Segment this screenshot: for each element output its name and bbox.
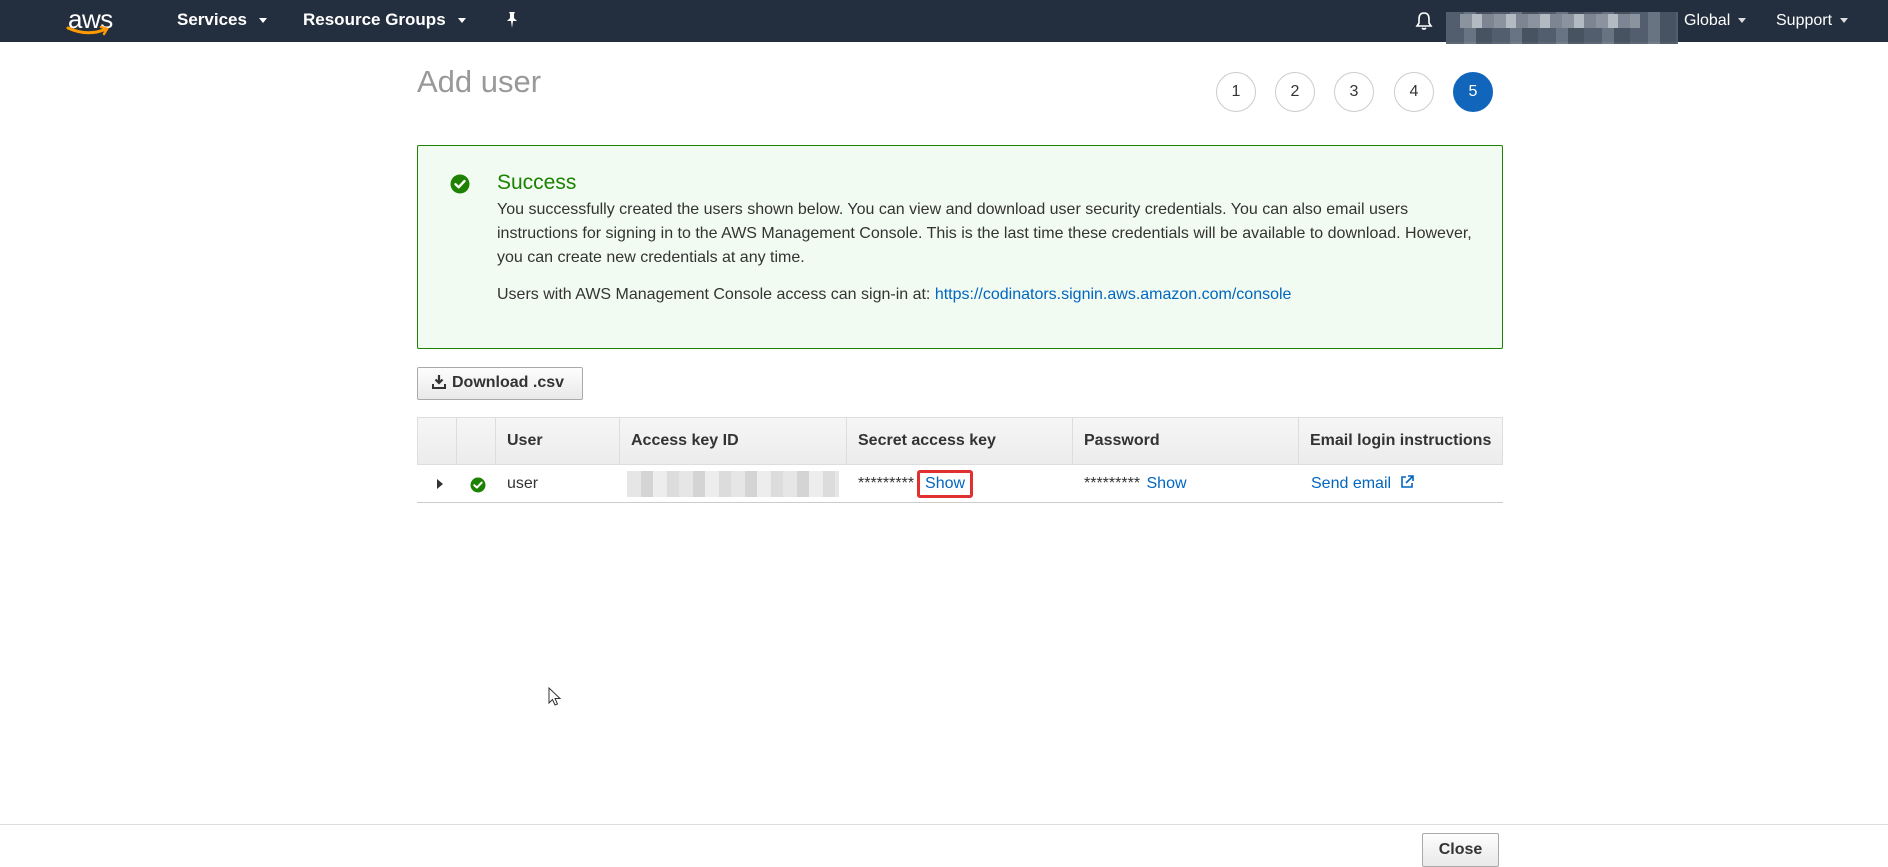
header-email-login-instructions[interactable]: Email login instructions xyxy=(1299,418,1502,464)
access-key-id-redacted xyxy=(627,471,839,497)
show-password-link[interactable]: Show xyxy=(1147,475,1187,492)
pin-icon[interactable] xyxy=(504,11,520,34)
send-email-cell: Send email xyxy=(1311,465,1415,503)
step-5-active[interactable]: 5 xyxy=(1453,72,1493,112)
mouse-pointer-icon xyxy=(548,687,562,706)
header-status-column xyxy=(457,418,496,464)
expand-row-icon[interactable] xyxy=(437,479,443,489)
step-4[interactable]: 4 xyxy=(1394,72,1434,112)
region-menu[interactable]: Global xyxy=(1684,12,1747,30)
header-user[interactable]: User xyxy=(496,418,620,464)
header-expand-column xyxy=(418,418,457,464)
page-title: Add user xyxy=(417,64,542,99)
chevron-down-icon xyxy=(1738,18,1747,24)
signin-info: Users with AWS Management Console access… xyxy=(497,286,1291,304)
account-name-redacted xyxy=(1460,14,1640,28)
chevron-down-icon xyxy=(457,18,466,24)
secret-masked-value: ********* xyxy=(858,475,915,492)
support-label: Support xyxy=(1776,12,1833,29)
step-3[interactable]: 3 xyxy=(1334,72,1374,112)
step-1[interactable]: 1 xyxy=(1216,72,1256,112)
chevron-down-icon xyxy=(258,18,267,24)
bell-icon[interactable] xyxy=(1414,11,1434,36)
alert-title: Success xyxy=(497,171,577,194)
support-menu[interactable]: Support xyxy=(1776,12,1849,30)
region-label: Global xyxy=(1684,12,1731,29)
password-cell: ********* Show xyxy=(1084,465,1187,503)
resource-groups-menu[interactable]: Resource Groups xyxy=(303,10,466,30)
services-label: Services xyxy=(177,10,247,29)
password-masked-value: ********* xyxy=(1084,475,1141,492)
chevron-down-icon xyxy=(1840,18,1849,24)
alert-message: You successfully created the users shown… xyxy=(497,201,1472,266)
download-icon xyxy=(432,375,446,389)
aws-logo[interactable]: aws xyxy=(62,4,122,38)
aws-smile-icon xyxy=(66,26,109,36)
send-email-link[interactable]: Send email xyxy=(1311,475,1391,492)
footer-divider xyxy=(0,824,1888,825)
success-alert: Success You successfully created the use… xyxy=(417,145,1503,349)
external-link-icon[interactable] xyxy=(1399,474,1415,490)
user-name: user xyxy=(507,475,539,492)
header-secret-access-key[interactable]: Secret access key xyxy=(847,418,1073,464)
services-menu[interactable]: Services xyxy=(177,10,267,30)
check-circle-icon xyxy=(450,174,470,194)
users-table: User Access key ID Secret access key Pas… xyxy=(417,417,1503,503)
signin-prefix: Users with AWS Management Console access… xyxy=(497,286,931,303)
download-csv-button[interactable]: Download .csv xyxy=(417,367,583,400)
download-csv-label: Download .csv xyxy=(452,374,565,391)
table-header: User Access key ID Secret access key Pas… xyxy=(417,417,1503,465)
resource-groups-label: Resource Groups xyxy=(303,10,446,29)
table-row: user ********* Show ********* Show Send e… xyxy=(417,465,1503,503)
top-nav-bar: aws Services Resource Groups Global Supp… xyxy=(0,0,1888,44)
signin-url-link[interactable]: https://codinators.signin.aws.amazon.com… xyxy=(935,286,1292,303)
step-2[interactable]: 2 xyxy=(1275,72,1315,112)
close-button[interactable]: Close xyxy=(1422,833,1499,867)
secret-access-key-cell: ********* Show xyxy=(858,465,974,503)
header-access-key-id[interactable]: Access key ID xyxy=(620,418,847,464)
header-password[interactable]: Password xyxy=(1073,418,1299,464)
show-secret-key-link[interactable]: Show xyxy=(917,470,974,498)
status-success-icon xyxy=(470,477,486,493)
